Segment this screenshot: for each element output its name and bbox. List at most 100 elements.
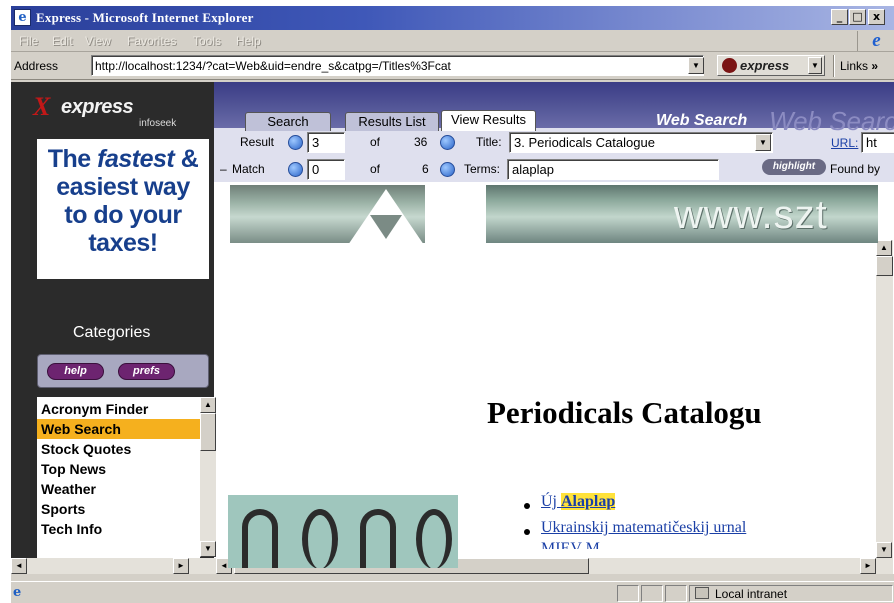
circle-shape-icon — [416, 509, 452, 568]
scroll-down-icon[interactable]: ▼ — [200, 541, 216, 557]
title-dropdown-button[interactable]: ▼ — [755, 134, 771, 151]
ad-banner[interactable]: The fastest & easiest way to do your tax… — [37, 139, 209, 279]
window-title: Express - Microsoft Internet Explorer — [36, 10, 254, 25]
page-scroll-thumb[interactable] — [876, 256, 893, 276]
bullet-icon — [524, 529, 530, 535]
prev-match-icon[interactable] — [288, 162, 303, 177]
category-list: Acronym Finder Web Search Stock Quotes T… — [37, 397, 200, 569]
status-cell — [665, 585, 687, 602]
category-scrollbar[interactable]: ▲ ▼ — [200, 397, 216, 557]
local-intranet-icon — [695, 587, 709, 599]
scroll-left-icon[interactable]: ◄ — [11, 558, 27, 574]
status-cell — [617, 585, 639, 602]
next-match-icon[interactable] — [440, 162, 455, 177]
ie-throbber-icon: e — [857, 31, 894, 51]
terms-label: Terms: — [464, 162, 500, 176]
url-field[interactable]: ht — [861, 132, 894, 153]
tab-search[interactable]: Search — [245, 112, 331, 131]
decorative-image — [228, 495, 458, 568]
category-tools: help prefs — [37, 354, 209, 388]
match-of-label: of — [370, 162, 381, 176]
scroll-up-icon[interactable]: ▲ — [200, 397, 216, 413]
help-button[interactable]: help — [47, 363, 104, 380]
match-total: 6 — [422, 162, 429, 176]
restore-button[interactable]: □ — [849, 9, 866, 25]
highlight-button[interactable]: highlight — [762, 159, 826, 175]
result-link-ukrainskij[interactable]: Ukrainskij matematičeskij urnal — [541, 519, 746, 537]
zone-label: Local intranet — [715, 587, 788, 601]
status-cell — [641, 585, 663, 602]
menu-edit[interactable]: Edit — [52, 34, 73, 48]
title-label: Title: — [476, 135, 502, 149]
tab-view-results[interactable]: View Results — [441, 110, 536, 131]
categories-title: Categories — [73, 324, 151, 341]
page-status-icon: e — [13, 585, 22, 600]
result-link-alaplap[interactable]: Új Alaplap — [541, 493, 616, 511]
links-label: Links — [840, 59, 869, 73]
menu-tools[interactable]: Tools — [193, 34, 221, 48]
links-chevron-icon: » — [871, 59, 879, 73]
match-label: Match — [232, 162, 265, 176]
result-link-partial[interactable]: MIEV M — [541, 540, 600, 549]
result-total: 36 — [414, 135, 428, 149]
brand-name: express — [61, 96, 134, 118]
tab-results-list[interactable]: Results List — [345, 112, 439, 131]
category-web-search[interactable]: Web Search — [37, 419, 200, 439]
title-bar[interactable]: e Express - Microsoft Internet Explorer … — [11, 6, 894, 30]
menu-view[interactable]: View — [85, 34, 111, 48]
address-label: Address — [14, 59, 59, 73]
sidebar-hscrollbar[interactable]: ◄ ► — [11, 558, 216, 574]
next-result-icon[interactable] — [440, 135, 455, 150]
menu-file[interactable]: File — [19, 34, 38, 48]
ad-line-2: easiest way — [56, 173, 190, 201]
result-input[interactable]: 3 — [307, 132, 345, 153]
category-scroll-thumb[interactable] — [200, 413, 216, 451]
category-weather[interactable]: Weather — [37, 479, 200, 499]
ie-icon: e — [14, 9, 31, 26]
express-logo-icon — [722, 58, 737, 73]
terms-input[interactable]: alaplap — [507, 159, 719, 180]
address-input[interactable]: http://localhost:1234/?cat=Web&uid=endre… — [91, 55, 704, 76]
address-url: http://localhost:1234/?cat=Web&uid=endre… — [95, 59, 451, 73]
ad-line-3: to do your — [64, 201, 182, 229]
match-input[interactable]: 0 — [307, 159, 345, 180]
express-brand: X express infoseek — [33, 92, 203, 129]
arch-shape-icon — [360, 509, 396, 568]
minimize-button[interactable]: _ — [831, 9, 848, 25]
triangle-logo-cutout — [370, 215, 402, 239]
menu-favorites[interactable]: Favorites — [127, 34, 176, 48]
page-vscrollbar[interactable]: ▲ ▼ — [876, 240, 893, 558]
scroll-right-icon[interactable]: ► — [173, 558, 189, 574]
address-bar: Address http://localhost:1234/?cat=Web&u… — [11, 52, 894, 80]
toolbar-separator — [833, 55, 835, 77]
address-dropdown-button[interactable]: ▼ — [688, 57, 704, 74]
circle-shape-icon — [302, 509, 338, 568]
category-sports[interactable]: Sports — [37, 499, 200, 519]
title-select[interactable]: 3. Periodicals Catalogue — [509, 132, 773, 153]
express-toolbar-label: express — [740, 58, 790, 73]
result-of-label: of — [370, 135, 381, 149]
express-sidebar: X express infoseek The fastest & easiest… — [11, 82, 216, 574]
menu-help[interactable]: Help — [236, 34, 261, 48]
link-prefix: Új — [541, 493, 557, 510]
express-dropdown-button[interactable]: ▼ — [808, 57, 822, 74]
prefs-button[interactable]: prefs — [118, 363, 175, 380]
prev-result-icon[interactable] — [288, 135, 303, 150]
search-header: Search Results List View Results Web Sea… — [214, 82, 894, 182]
category-tech-info[interactable]: Tech Info — [37, 519, 200, 539]
status-bar: e Local intranet — [11, 581, 894, 603]
category-acronym-finder[interactable]: Acronym Finder — [37, 399, 200, 419]
close-button[interactable]: x — [868, 9, 885, 25]
result-label: Result — [240, 135, 275, 149]
site-url-banner: www.szt — [486, 185, 878, 243]
brand-sub: infoseek — [139, 118, 177, 129]
page-scroll-up-icon[interactable]: ▲ — [876, 240, 892, 256]
ad-line-1: The fastest & — [47, 145, 199, 173]
category-stock-quotes[interactable]: Stock Quotes — [37, 439, 200, 459]
links-button[interactable]: Links » — [840, 59, 878, 73]
express-toolbar-button[interactable]: express ▼ — [717, 55, 825, 76]
category-top-news[interactable]: Top News — [37, 459, 200, 479]
url-label[interactable]: URL: — [831, 136, 858, 150]
page-scroll-right-icon[interactable]: ► — [860, 558, 876, 574]
page-scroll-down-icon[interactable]: ▼ — [876, 542, 892, 558]
